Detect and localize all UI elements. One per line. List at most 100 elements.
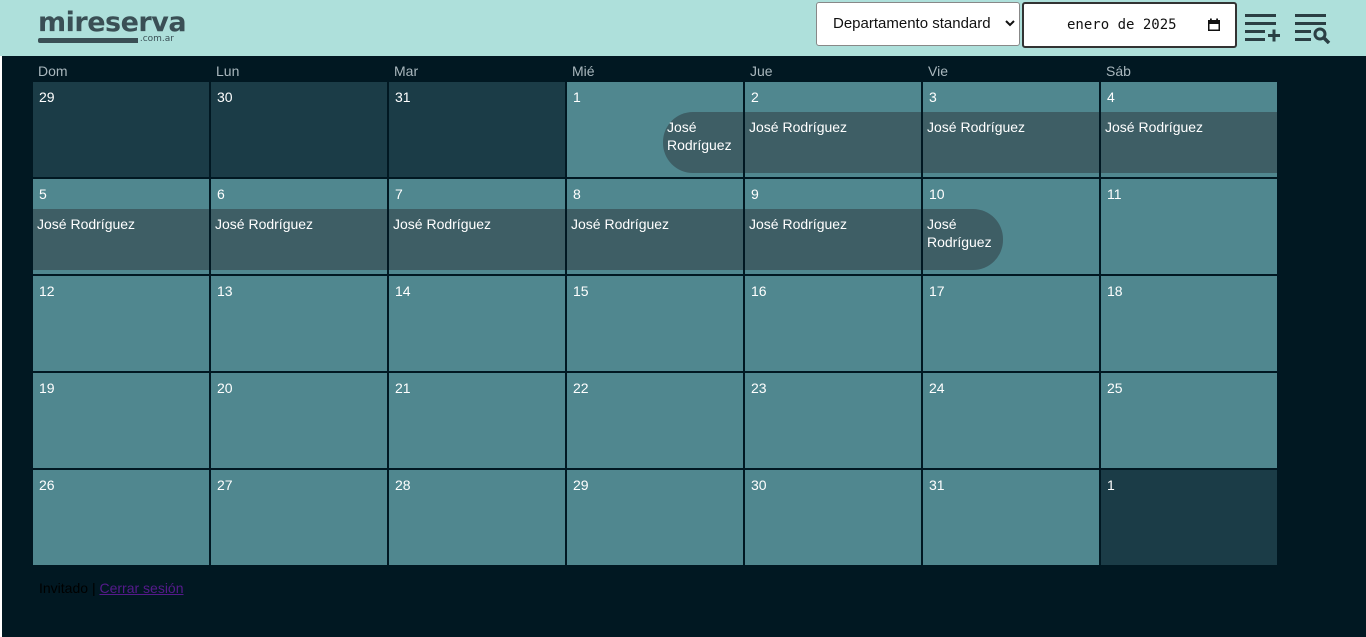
weekday-label: Mié xyxy=(572,63,595,79)
calendar-day[interactable]: 23 xyxy=(745,373,921,468)
day-number: 4 xyxy=(1107,89,1115,105)
day-number: 3 xyxy=(929,89,937,105)
day-number: 13 xyxy=(217,283,233,299)
footer-session: Invitado | Cerrar sesión xyxy=(39,580,184,596)
logout-link[interactable]: Cerrar sesión xyxy=(99,580,183,596)
day-number: 11 xyxy=(1107,186,1122,202)
day-number: 5 xyxy=(39,186,47,202)
day-number: 8 xyxy=(573,186,581,202)
day-number: 26 xyxy=(39,477,55,493)
weekday-label: Lun xyxy=(216,63,240,79)
calendar-day[interactable]: 27 xyxy=(211,470,387,565)
calendar-day[interactable]: 26 xyxy=(33,470,209,565)
day-number: 6 xyxy=(217,186,225,202)
calendar-day[interactable]: 11 xyxy=(1101,179,1277,274)
day-number: 27 xyxy=(217,477,233,493)
month-picker-value: enero de 2025 xyxy=(1067,17,1177,33)
calendar-day[interactable]: 1 xyxy=(1101,470,1277,565)
calendar-day[interactable]: 28 xyxy=(389,470,565,565)
mireserva-logo[interactable]: mireserva .com.ar xyxy=(38,8,187,48)
chevron-down-icon xyxy=(1005,20,1015,27)
day-number: 22 xyxy=(573,380,589,396)
day-number: 31 xyxy=(395,89,411,105)
reservation-guest-name: José Rodríguez xyxy=(927,216,992,250)
calendar-day[interactable]: 25 xyxy=(1101,373,1277,468)
calendar-day[interactable]: 24 xyxy=(923,373,1099,468)
day-number: 12 xyxy=(39,283,55,299)
month-picker[interactable]: enero de 2025 xyxy=(1022,2,1237,48)
reservation-guest-name: José Rodríguez xyxy=(571,216,670,232)
day-number: 31 xyxy=(929,477,945,493)
day-number: 30 xyxy=(217,89,233,105)
day-number: 16 xyxy=(751,283,767,299)
day-number: 9 xyxy=(751,186,759,202)
reservation-event[interactable]: José Rodríguez xyxy=(389,209,565,270)
add-reservation-icon[interactable] xyxy=(1244,10,1282,44)
reservation-event[interactable]: José Rodríguez xyxy=(923,209,1003,270)
reservation-event[interactable]: José Rodríguez xyxy=(745,112,921,173)
calendar-day[interactable]: 16 xyxy=(745,276,921,371)
weekday-label: Mar xyxy=(394,63,419,79)
calendar-day[interactable]: 29 xyxy=(33,82,209,177)
weekday-label: Vie xyxy=(928,63,948,79)
reservation-guest-name: José Rodríguez xyxy=(1105,119,1204,135)
day-number: 18 xyxy=(1107,283,1123,299)
day-number: 1 xyxy=(573,89,581,105)
day-number: 29 xyxy=(39,89,55,105)
footer-separator: | xyxy=(91,580,96,596)
reservation-guest-name: José Rodríguez xyxy=(393,216,492,232)
day-number: 24 xyxy=(929,380,945,396)
reservation-event[interactable]: José Rodríguez xyxy=(745,209,921,270)
reservation-event[interactable]: José Rodríguez xyxy=(33,209,209,270)
day-number: 20 xyxy=(217,380,233,396)
day-number: 7 xyxy=(395,186,403,202)
day-number: 15 xyxy=(573,283,589,299)
day-number: 10 xyxy=(929,186,945,202)
day-number: 14 xyxy=(395,283,411,299)
calendar-day[interactable]: 18 xyxy=(1101,276,1277,371)
calendar-day[interactable]: 20 xyxy=(211,373,387,468)
reservation-guest-name: José Rodríguez xyxy=(215,216,314,232)
header-bar: mireserva .com.ar Departamento standard … xyxy=(0,0,1366,56)
day-number: 23 xyxy=(751,380,767,396)
reservation-guest-name: José Rodríguez xyxy=(667,119,732,153)
search-reservation-icon[interactable] xyxy=(1294,10,1332,44)
calendar-icon[interactable] xyxy=(1207,18,1221,32)
day-number: 17 xyxy=(929,283,945,299)
calendar-day[interactable]: 21 xyxy=(389,373,565,468)
weekday-label: Dom xyxy=(38,63,68,79)
calendar-day[interactable]: 14 xyxy=(389,276,565,371)
day-number: 1 xyxy=(1107,477,1115,493)
weekday-label: Jue xyxy=(750,63,773,79)
reservation-guest-name: José Rodríguez xyxy=(37,216,136,232)
calendar-day[interactable]: 15 xyxy=(567,276,743,371)
day-number: 21 xyxy=(395,380,411,396)
guest-user-label: Invitado xyxy=(39,580,89,596)
reservation-event[interactable]: José Rodríguez xyxy=(211,209,387,270)
day-number: 30 xyxy=(751,477,767,493)
reservation-guest-name: José Rodríguez xyxy=(749,119,848,135)
day-number: 29 xyxy=(573,477,589,493)
reservation-event[interactable]: José Rodríguez xyxy=(567,209,743,270)
logo-domain: .com.ar xyxy=(137,34,176,44)
property-select[interactable]: Departamento standard xyxy=(816,2,1020,46)
day-number: 28 xyxy=(395,477,411,493)
reservation-event[interactable]: José Rodríguez xyxy=(663,112,743,173)
calendar-day[interactable]: 29 xyxy=(567,470,743,565)
reservation-event[interactable]: José Rodríguez xyxy=(923,112,1099,173)
reservation-event[interactable]: José Rodríguez xyxy=(1101,112,1277,173)
calendar-day[interactable]: 31 xyxy=(389,82,565,177)
calendar-day[interactable]: 13 xyxy=(211,276,387,371)
calendar-day[interactable]: 30 xyxy=(211,82,387,177)
calendar-day[interactable]: 22 xyxy=(567,373,743,468)
calendar-day[interactable]: 12 xyxy=(33,276,209,371)
day-number: 19 xyxy=(39,380,55,396)
reservation-guest-name: José Rodríguez xyxy=(927,119,1026,135)
weekday-label: Sáb xyxy=(1106,63,1131,79)
day-number: 25 xyxy=(1107,380,1123,396)
day-number: 2 xyxy=(751,89,759,105)
calendar-day[interactable]: 31 xyxy=(923,470,1099,565)
calendar-day[interactable]: 30 xyxy=(745,470,921,565)
calendar-day[interactable]: 17 xyxy=(923,276,1099,371)
calendar-day[interactable]: 19 xyxy=(33,373,209,468)
